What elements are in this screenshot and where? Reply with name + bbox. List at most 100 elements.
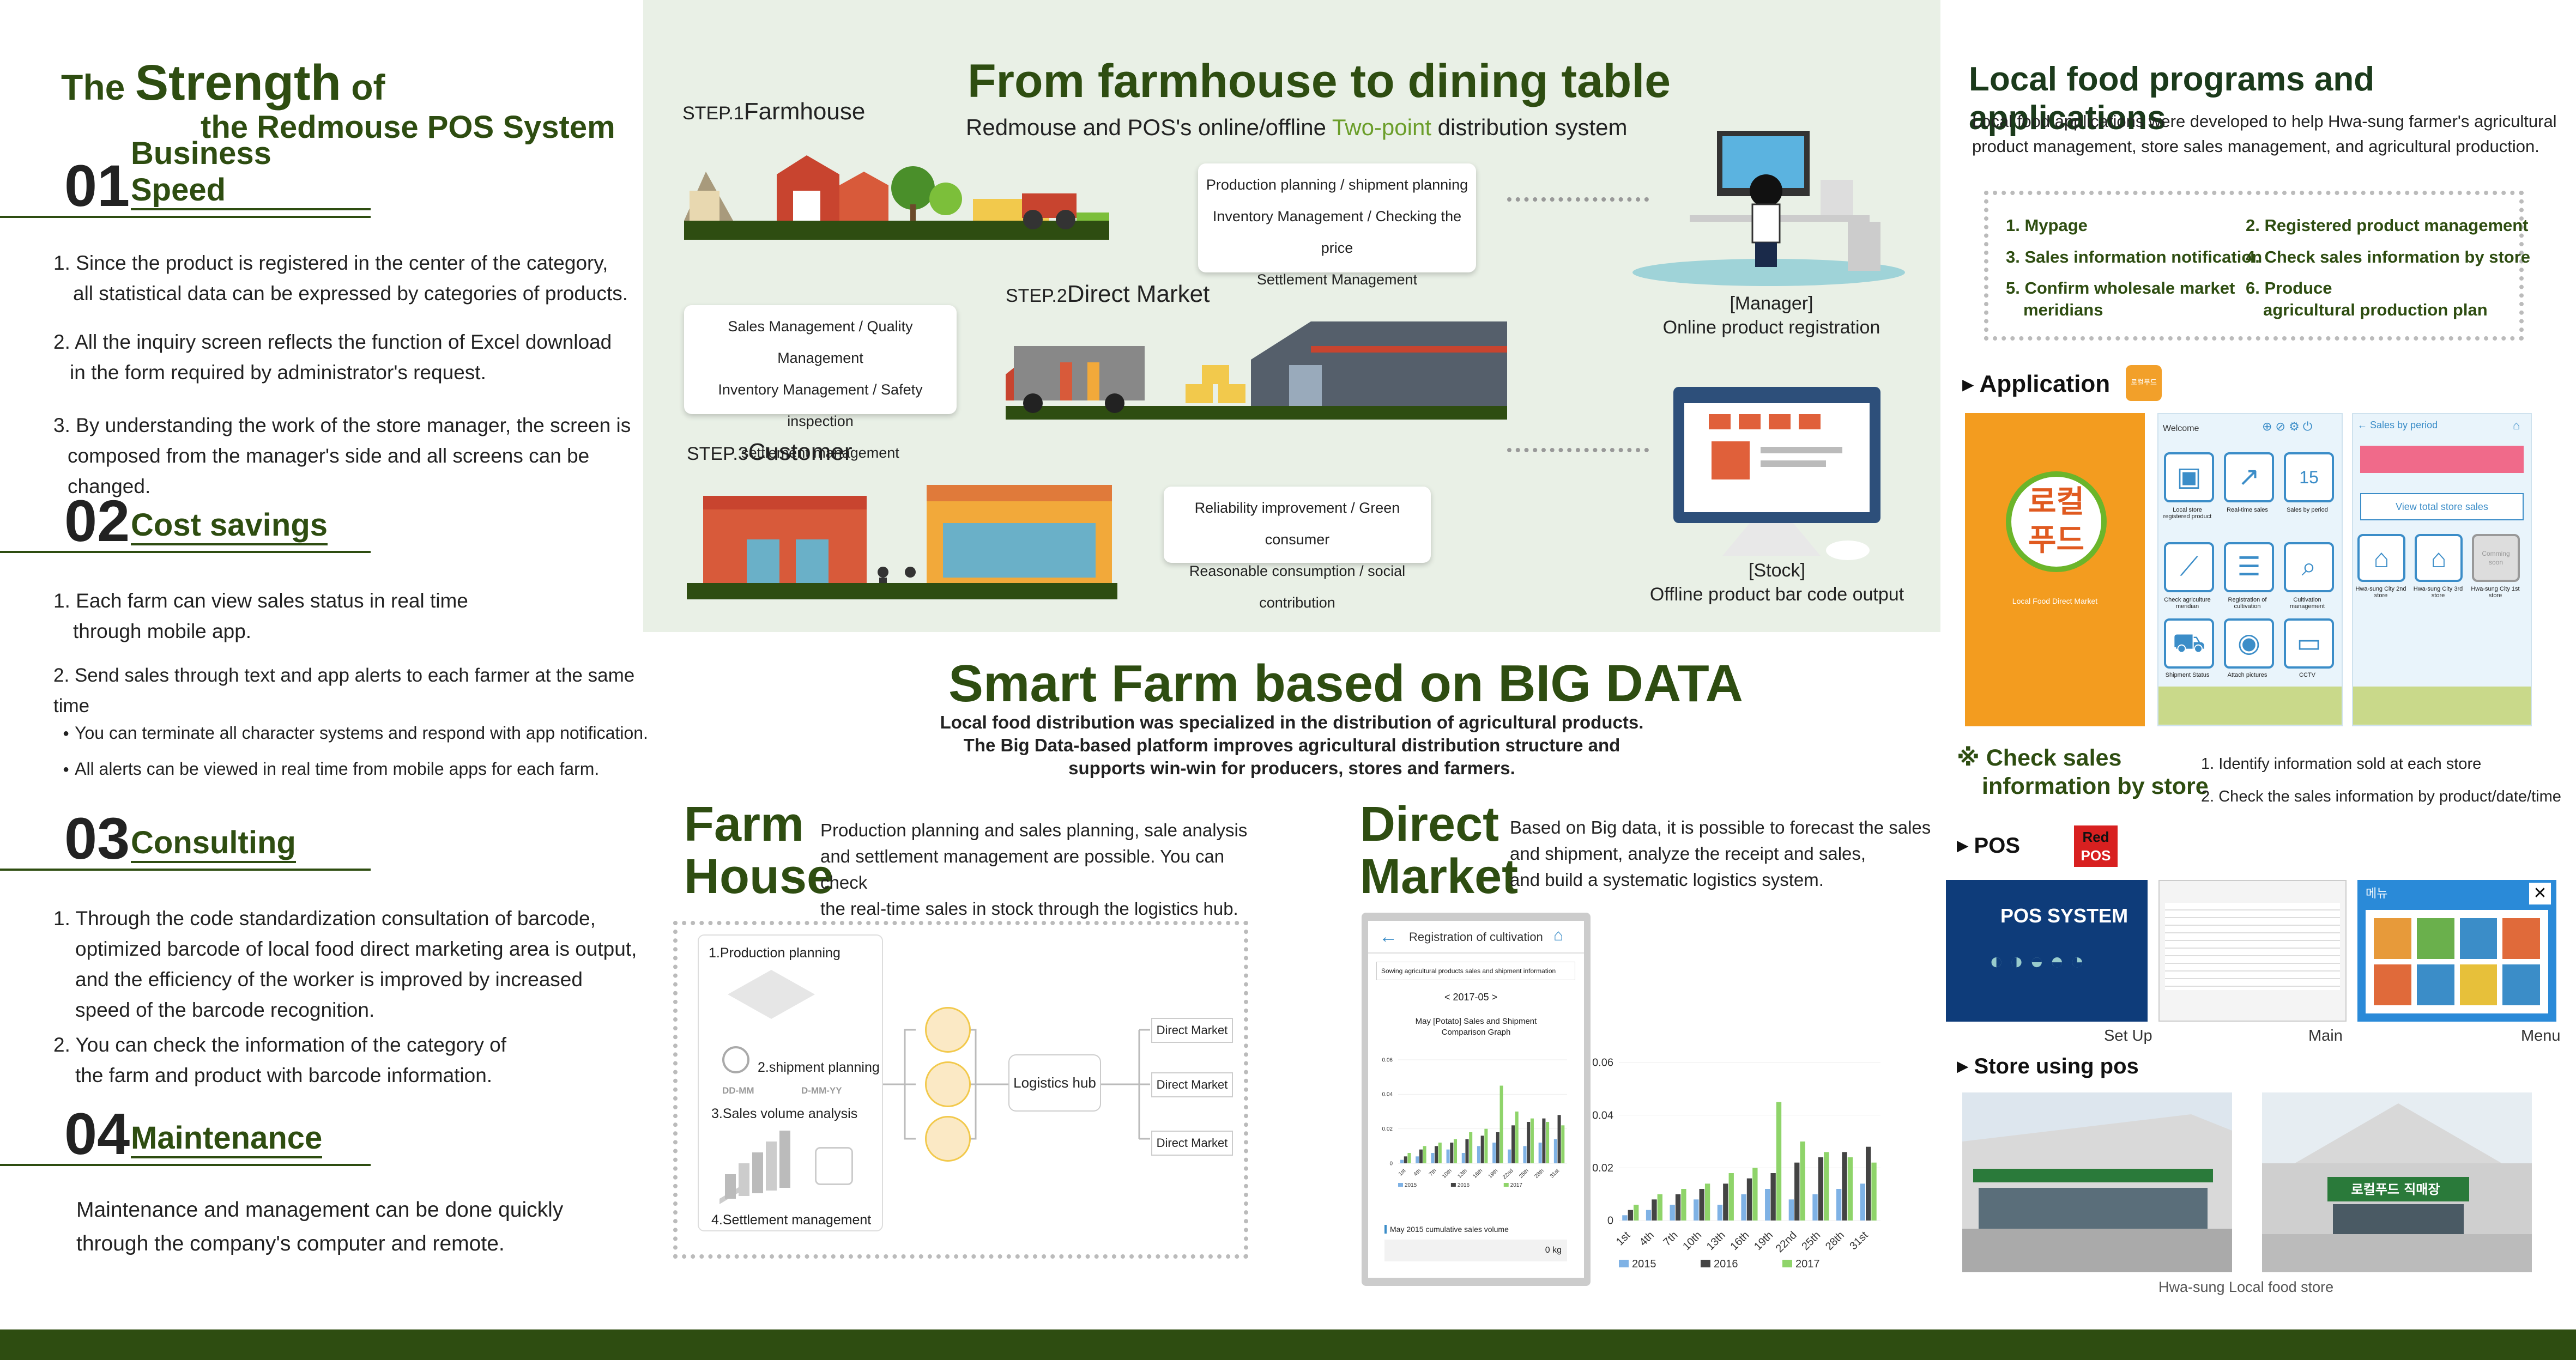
home-icon[interactable]: ⌂ (2513, 418, 2520, 433)
app-toolbar-icons[interactable]: ⊕ ⊘ ⚙ ⏻ (2262, 420, 2312, 434)
cultivation-register-icon[interactable]: ☰ (2224, 542, 2274, 592)
section-number: 04 (64, 1101, 130, 1167)
home-icon[interactable]: ⌂ (1553, 926, 1563, 945)
cultivation-search-icon[interactable]: ⌕ (2284, 542, 2334, 592)
bar-2017 (1407, 1153, 1411, 1163)
step-name: Direct Market (1067, 281, 1210, 307)
bar-2015 (1670, 1205, 1675, 1221)
program-item: 3. Sales information notification (2006, 247, 2263, 266)
camera-icon[interactable]: ◉ (2224, 618, 2274, 669)
x-tick-label: 4th (1413, 1168, 1423, 1177)
menu-tile[interactable] (2502, 918, 2540, 959)
item-line: speed of the barcode recognition. (75, 999, 375, 1021)
date-selector[interactable]: < 2017-05 > (1444, 992, 1497, 1003)
menu-tile[interactable] (2416, 964, 2454, 1005)
bar-2015 (1622, 1215, 1628, 1221)
shipment-truck-icon[interactable]: ⛟ (2164, 618, 2214, 669)
section-01-item-1: 1. Since the product is registered in th… (53, 248, 642, 309)
product-dropdown[interactable]: Sowing agricultural products sales and s… (1376, 962, 1575, 980)
logo-line: POS (2081, 847, 2111, 864)
bar-2016 (1842, 1152, 1847, 1221)
section-04-header: 04 Maintenance (0, 1101, 371, 1167)
section-number: 03 (64, 805, 130, 871)
step-prefix: STEP.1 (682, 103, 744, 124)
direct-market-desc: Based on Big data, it is possible to for… (1510, 815, 1935, 893)
phone-chart: 0 0.02 0.04 0.06 1st 4th 7th 10th 13th 16th 19th 22… (1382, 1057, 1567, 1188)
menu-tile[interactable] (2502, 964, 2540, 1005)
desc-line: Based on Big data, it is possible to for… (1510, 817, 1931, 837)
menu-tile[interactable] (2374, 964, 2411, 1005)
app-icon-label: Local store registered product (2163, 507, 2212, 520)
back-arrow-icon[interactable]: ← (1379, 926, 1398, 948)
cctv-icon[interactable]: ▭ (2284, 618, 2334, 669)
program-item: 5. Confirm wholesale market (2006, 278, 2235, 298)
bar-2016 (1557, 1115, 1561, 1163)
heading-line: Market (1360, 849, 1519, 904)
step-name: Farmhouse (743, 98, 866, 125)
flow-step-3: 3.Sales volume analysis (711, 1106, 858, 1121)
store-label: Hwa-sung City 3rd store (2413, 586, 2463, 599)
section-02-bullet-1: You can terminate all character systems … (63, 723, 648, 743)
menu-tile[interactable] (2374, 918, 2411, 959)
menu-tile[interactable] (2416, 918, 2454, 959)
bar-2016 (1404, 1156, 1407, 1163)
close-icon[interactable]: ✕ (2529, 883, 2551, 904)
menu-tile[interactable] (2459, 918, 2498, 959)
bar-2017 (1681, 1189, 1686, 1221)
view-total-sales-button[interactable]: View total store sales (2360, 493, 2524, 520)
legend-swatch (1450, 1183, 1456, 1187)
coming-soon-tile[interactable]: Comming soon (2472, 534, 2520, 582)
app-badge: 로컬푸드 (2126, 365, 2162, 401)
bar-2015 (1836, 1189, 1842, 1221)
caption-line: Online product registration (1662, 317, 1880, 338)
pos-system-title: POS SYSTEM (2000, 904, 2128, 927)
x-tick-label: 28th (1533, 1168, 1545, 1180)
bar-2015 (1523, 1146, 1527, 1163)
bar-2017 (1484, 1128, 1488, 1163)
subtitle-post: distribution system (1431, 114, 1628, 140)
check-item: 1. Identify information sold at each sto… (2201, 755, 2482, 773)
y-tick-label: 0 (1389, 1161, 1393, 1167)
bar-2016 (1542, 1118, 1546, 1163)
store-2-icon[interactable]: ⌂ (2357, 534, 2405, 582)
section-04-item: Maintenance and management can be done q… (76, 1193, 643, 1261)
menu-tile[interactable] (2459, 964, 2498, 1005)
section-01-header: 01 Business Speed (0, 136, 371, 218)
section-03-item-1: 1. Through the code standardization cons… (53, 903, 642, 1025)
direct-market-node: Direct Market (1151, 1072, 1233, 1097)
app-icon-label: Attach pictures (2227, 672, 2267, 678)
bubble-line: Reasonable consumption / social contribu… (1189, 563, 1406, 611)
bar-2016 (1818, 1157, 1824, 1221)
right-subtitle: Local food applications were developed t… (1972, 109, 2557, 159)
store-heading: Store using pos (1957, 1054, 2139, 1079)
step-prefix: STEP.3 (687, 444, 748, 464)
app-splash-logo: 로컬 푸드 (2006, 471, 2107, 572)
bar-2015 (1646, 1210, 1652, 1221)
x-tick-label: 1st (1398, 1168, 1407, 1177)
caption-line: Offline product bar code output (1649, 584, 1904, 605)
bar-2015 (1538, 1143, 1542, 1163)
x-tick-label: 13th (1456, 1168, 1468, 1180)
bar-2017 (1530, 1118, 1534, 1163)
section-01-item-3: 3. By understanding the work of the stor… (53, 410, 642, 502)
bottom-bar (0, 1329, 2576, 1360)
x-tick-label: 28th (1823, 1229, 1847, 1253)
bar-2015 (1477, 1146, 1480, 1163)
agri-meridian-icon[interactable]: ⟋ (2164, 542, 2214, 592)
realtime-sales-icon[interactable]: ↗ (2224, 452, 2274, 502)
check-item: 2. Check the sales information by produc… (2201, 788, 2561, 805)
store-3-icon[interactable]: ⌂ (2415, 534, 2463, 582)
graph-title-line: Comparison Graph (1441, 1028, 1511, 1037)
caption-line: [Stock] (1749, 560, 1805, 581)
store-product-icon[interactable]: ▣ (2164, 452, 2214, 502)
legend-label: 2015 (1405, 1182, 1417, 1188)
flow-step-2: 2.shipment planning (758, 1060, 880, 1075)
bar-2017 (1776, 1102, 1782, 1221)
bar-2015 (1812, 1194, 1818, 1221)
bar-2015 (1717, 1205, 1723, 1221)
calendar-icon[interactable]: 15 (2284, 452, 2334, 502)
x-tick-label: 10th (1680, 1229, 1704, 1253)
x-tick-label: 1st (1614, 1229, 1633, 1248)
pos-menu-title: 메뉴 (2366, 887, 2388, 901)
pos-caption-menu: Menu (2521, 1027, 2561, 1045)
